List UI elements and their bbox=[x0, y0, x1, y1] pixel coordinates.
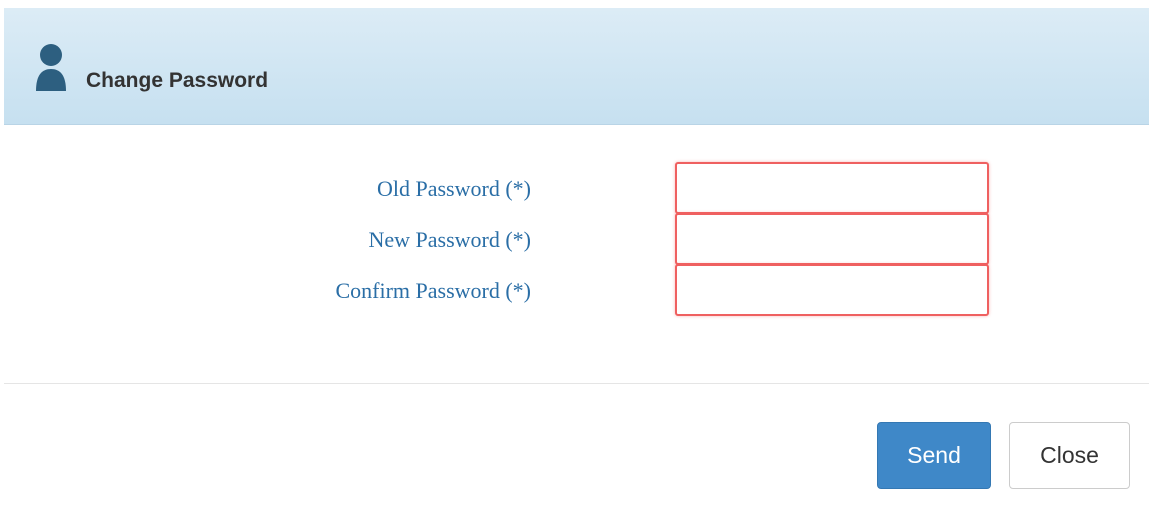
new-password-input[interactable] bbox=[675, 213, 989, 265]
confirm-password-input[interactable] bbox=[675, 264, 989, 316]
confirm-password-row: Confirm Password (*) bbox=[0, 264, 1149, 316]
dialog-title: Change Password bbox=[86, 69, 269, 92]
change-password-dialog: Change Password Old Password (*) New Pas… bbox=[0, 0, 1149, 522]
confirm-password-label: Confirm Password (*) bbox=[335, 278, 531, 303]
send-button[interactable]: Send bbox=[877, 422, 991, 489]
old-password-label: Old Password (*) bbox=[377, 176, 531, 201]
new-password-label: New Password (*) bbox=[368, 227, 531, 252]
old-password-input[interactable] bbox=[675, 162, 989, 214]
old-password-row: Old Password (*) bbox=[0, 162, 1149, 214]
dialog-header: Change Password bbox=[4, 8, 1149, 125]
footer-divider bbox=[4, 383, 1149, 384]
close-button[interactable]: Close bbox=[1009, 422, 1130, 489]
new-password-row: New Password (*) bbox=[0, 213, 1149, 265]
user-icon bbox=[36, 44, 66, 91]
